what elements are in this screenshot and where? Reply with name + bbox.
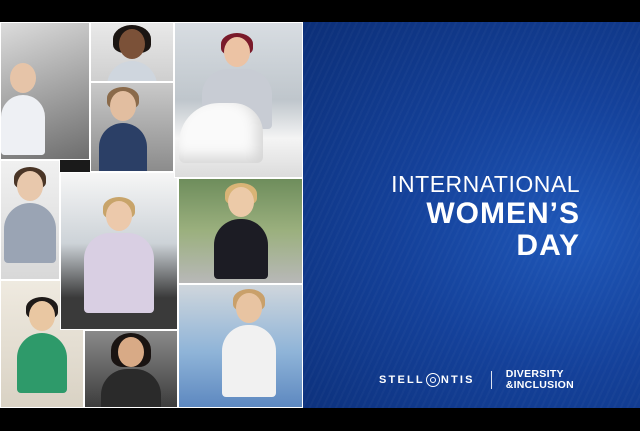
stellantis-logo: STELL NTIS bbox=[379, 373, 475, 387]
title-line-day: DAY bbox=[516, 229, 580, 262]
photo-tile bbox=[60, 172, 178, 330]
diversity-inclusion-logo: DIVERSITY &INCLUSION bbox=[505, 368, 575, 391]
stellantis-emblem-icon bbox=[425, 373, 440, 387]
photo-tile bbox=[178, 284, 303, 408]
photo-tile bbox=[0, 160, 60, 280]
photo-tile bbox=[174, 22, 303, 178]
logo-footer: STELL NTIS DIVERSITY &INCLUSION bbox=[379, 369, 574, 391]
event-title: INTERNATIONAL WOMEN’S DAY bbox=[391, 170, 580, 262]
logo-divider bbox=[490, 371, 492, 389]
slide: INTERNATIONAL WOMEN’S DAY STELL NTIS DIVE… bbox=[0, 22, 640, 408]
photo-collage bbox=[0, 22, 303, 408]
photo-tile bbox=[84, 330, 178, 408]
photo-tile bbox=[90, 22, 174, 82]
photo-tile bbox=[0, 22, 90, 160]
title-line-womens: WOMEN’S bbox=[426, 197, 580, 230]
photo-tile bbox=[178, 178, 303, 284]
photo-tile bbox=[90, 82, 174, 172]
title-panel: INTERNATIONAL WOMEN’S DAY STELL NTIS DIVE… bbox=[303, 22, 640, 408]
title-line-international: INTERNATIONAL bbox=[391, 171, 580, 197]
